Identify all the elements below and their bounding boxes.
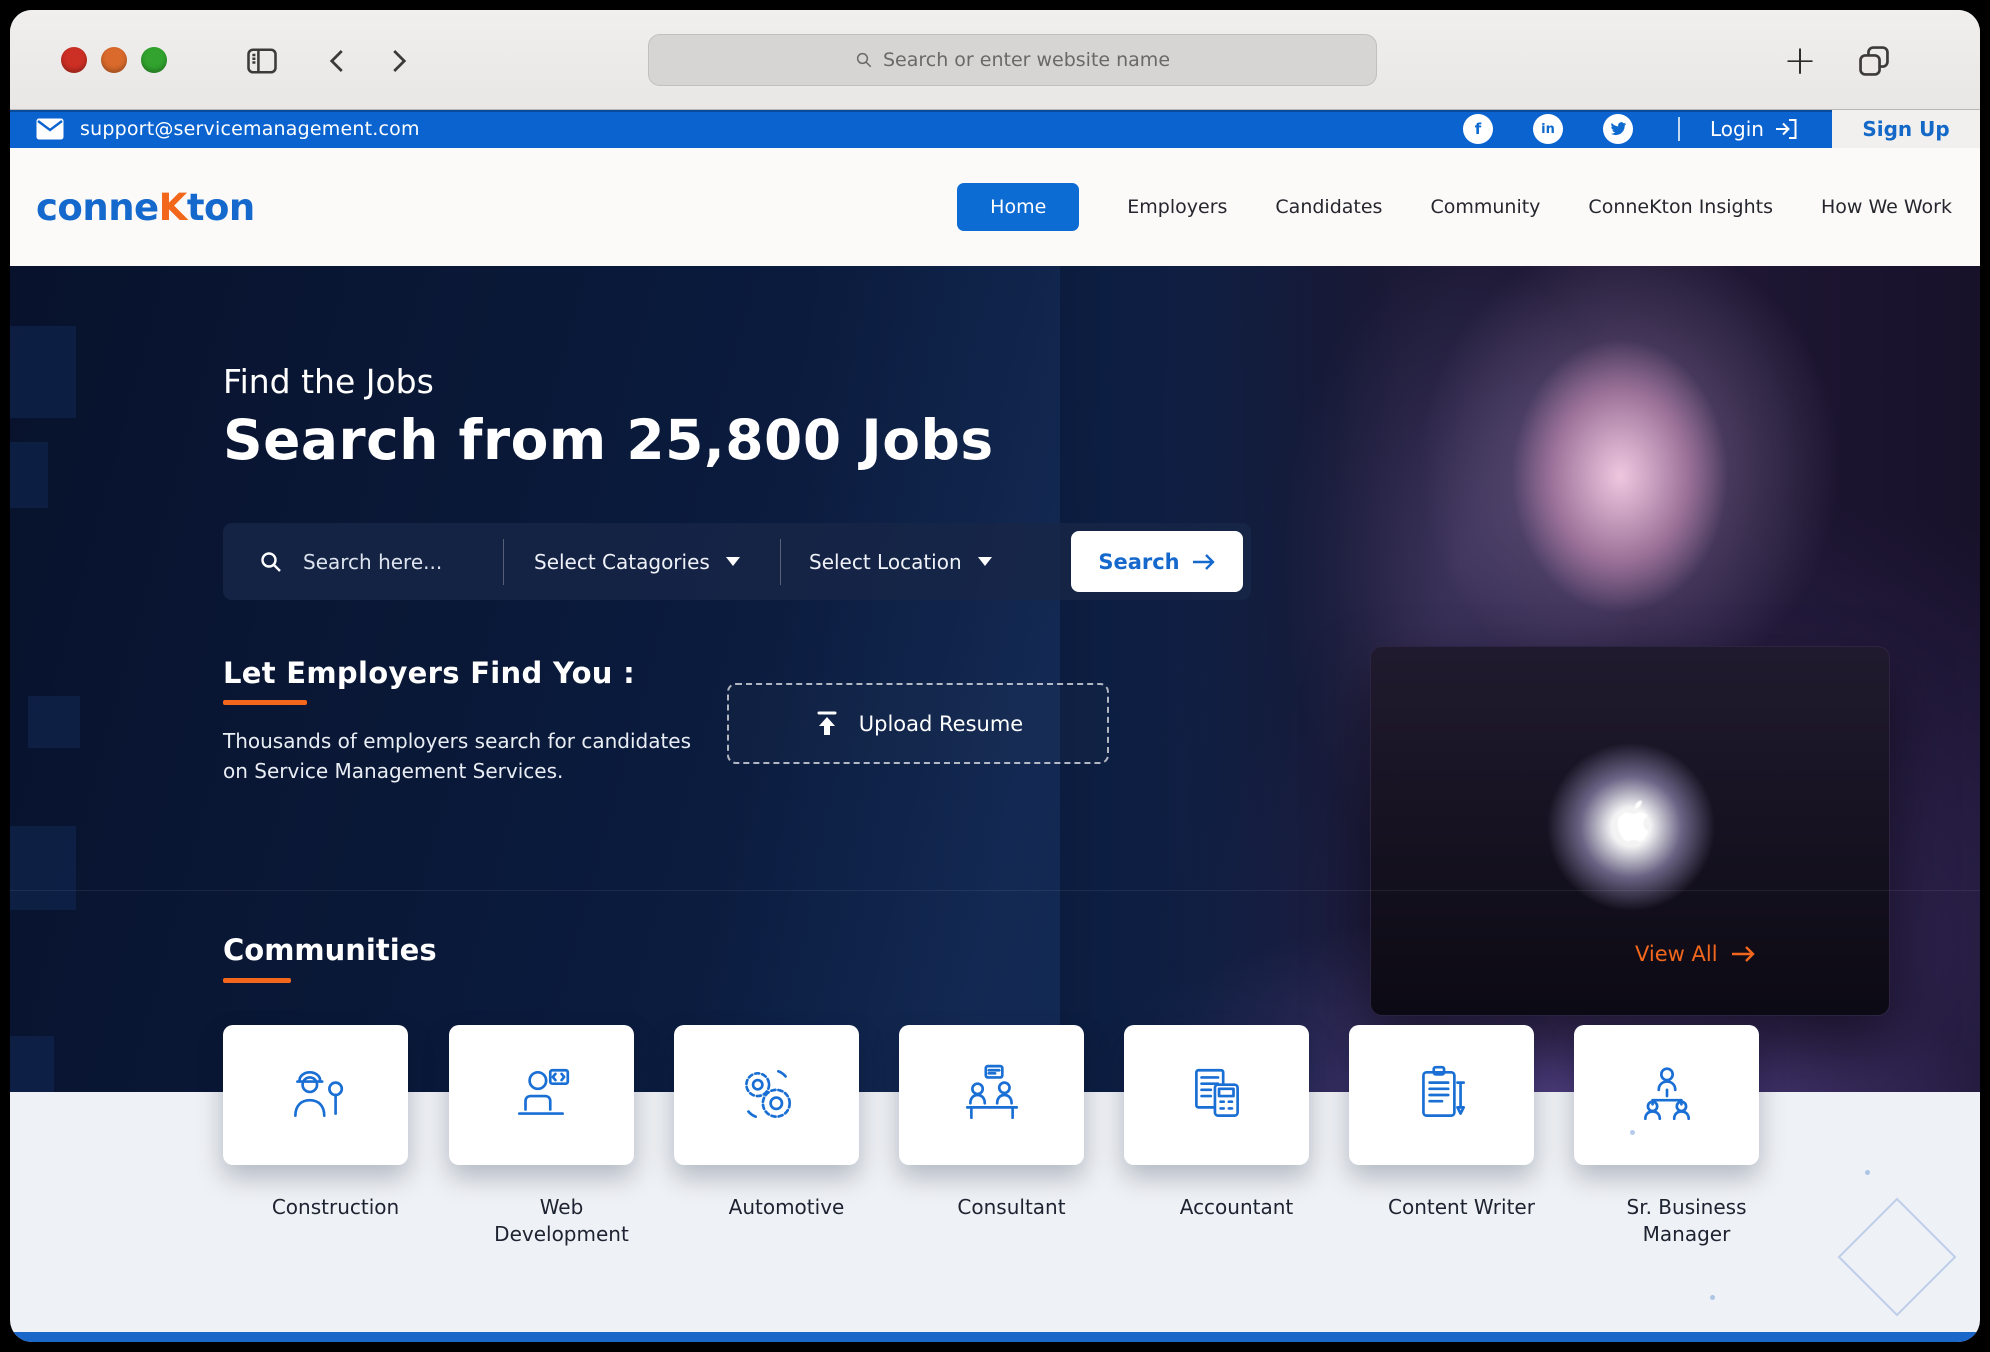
decorative-diamond [1838, 1198, 1957, 1317]
address-placeholder: Search or enter website name [883, 49, 1170, 71]
community-label: Construction [223, 1194, 448, 1221]
arrow-right-icon [1192, 553, 1216, 571]
chevron-down-icon [726, 557, 740, 566]
keyword-placeholder: Search here... [303, 550, 442, 574]
close-window-button[interactable] [61, 47, 87, 73]
category-dropdown[interactable]: Select Catagories [504, 523, 780, 600]
browser-window: Search or enter website name + support@s… [10, 10, 1980, 1342]
new-tab-button[interactable]: + [1778, 38, 1822, 84]
signup-link[interactable]: Sign Up [1832, 110, 1980, 148]
nav-items: Home Employers Candidates Community Conn… [957, 183, 1952, 231]
linkedin-icon[interactable]: in [1533, 114, 1563, 144]
arrow-right-icon [1730, 945, 1756, 963]
community-card-automotive[interactable] [674, 1025, 859, 1165]
employers-heading: Let Employers Find You : [223, 656, 635, 690]
nav-item-employers[interactable]: Employers [1127, 196, 1227, 218]
upload-resume-button[interactable]: Upload Resume [727, 683, 1109, 764]
browser-chrome: Search or enter website name + [10, 10, 1980, 110]
accountant-calculator-icon [1184, 1062, 1250, 1128]
community-label: Web Development [449, 1194, 674, 1248]
apple-logo-icon [1609, 797, 1655, 851]
minimize-window-button[interactable] [101, 47, 127, 73]
logo[interactable]: conneKton [36, 186, 255, 229]
nav-item-connekton-insights[interactable]: ConneKton Insights [1588, 196, 1773, 218]
location-dropdown[interactable]: Select Location [781, 523, 992, 600]
construction-worker-icon [283, 1062, 349, 1128]
hero-photo-woman-laptop [1060, 266, 1980, 1092]
divider [1678, 117, 1680, 141]
hero-section: Find the Jobs Search from 25,800 Jobs Se… [10, 266, 1980, 1092]
job-search-form: Search here... Select Catagories Select … [223, 523, 1251, 600]
facebook-icon[interactable]: f [1463, 114, 1493, 144]
content-writer-icon [1409, 1062, 1475, 1128]
automotive-gears-icon [734, 1062, 800, 1128]
search-icon [259, 550, 283, 574]
keyword-field[interactable]: Search here... [223, 523, 503, 600]
utility-bar-blue: support@servicemanagement.com f in Login [10, 110, 1832, 148]
consultant-icon [959, 1062, 1025, 1128]
zoom-window-button[interactable] [141, 47, 167, 73]
laptop-image [1370, 646, 1890, 1016]
accent-underline [223, 700, 307, 705]
community-card-accountant[interactable] [1124, 1025, 1309, 1165]
upload-icon [813, 710, 841, 738]
back-button[interactable] [318, 41, 358, 81]
nav-item-how-we-work[interactable]: How We Work [1821, 196, 1952, 218]
community-card-construction[interactable] [223, 1025, 408, 1165]
login-icon [1774, 118, 1798, 140]
next-section-edge [10, 1332, 1980, 1342]
sidebar-toggle-icon[interactable] [242, 41, 282, 81]
community-card-consultant[interactable] [899, 1025, 1084, 1165]
web-development-icon [509, 1062, 575, 1128]
search-icon [855, 51, 873, 69]
accent-underline [223, 978, 291, 983]
view-all-link[interactable]: View All [1635, 942, 1756, 966]
chevron-down-icon [978, 557, 992, 566]
community-card-sr-business-manager[interactable] [1574, 1025, 1759, 1165]
community-label: Consultant [899, 1194, 1124, 1221]
nav-item-home[interactable]: Home [957, 183, 1079, 231]
utility-bar: support@servicemanagement.com f in Login… [10, 110, 1980, 148]
search-button[interactable]: Search [1071, 531, 1243, 592]
community-card-content-writer[interactable] [1349, 1025, 1534, 1165]
main-navigation: conneKton Home Employers Candidates Comm… [10, 148, 1980, 266]
community-label: Automotive [674, 1194, 899, 1221]
nav-item-community[interactable]: Community [1430, 196, 1540, 218]
community-label: Accountant [1124, 1194, 1349, 1221]
support-email-link[interactable]: support@servicemanagement.com [80, 118, 420, 140]
tab-overview-icon[interactable] [1854, 41, 1894, 81]
twitter-icon[interactable] [1603, 114, 1633, 144]
hero-kicker: Find the Jobs [223, 362, 434, 401]
envelope-icon [36, 118, 64, 140]
forward-button[interactable] [378, 41, 418, 81]
address-bar[interactable]: Search or enter website name [648, 34, 1377, 86]
community-label: Content Writer [1349, 1194, 1574, 1221]
communities-heading: Communities [223, 933, 437, 967]
org-chart-icon [1634, 1062, 1700, 1128]
employers-paragraph: Thousands of employers search for candid… [223, 726, 691, 786]
community-card-web-development[interactable] [449, 1025, 634, 1165]
login-link[interactable]: Login [1710, 110, 1798, 148]
nav-item-candidates[interactable]: Candidates [1275, 196, 1382, 218]
community-label: Sr. Business Manager [1574, 1194, 1799, 1248]
hero-title: Search from 25,800 Jobs [223, 408, 994, 472]
